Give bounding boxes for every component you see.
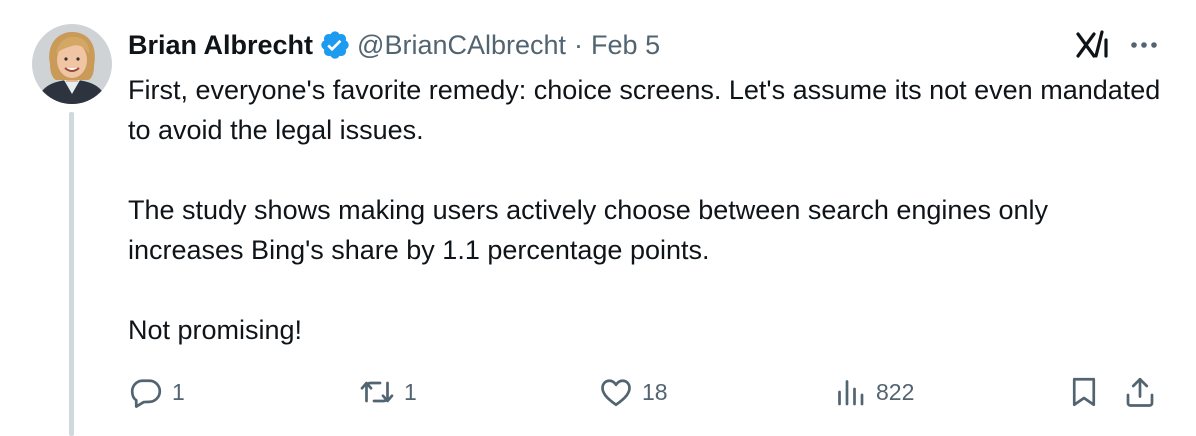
more-options-button[interactable]: [1124, 26, 1164, 64]
tweet-paragraph: The study shows making users actively ch…: [128, 195, 1048, 265]
tweet-paragraph: Not promising!: [128, 315, 303, 345]
tweet-date[interactable]: Feb 5: [591, 30, 660, 61]
heart-icon: [601, 379, 631, 407]
grok-icon: [1076, 30, 1108, 58]
views-button[interactable]: 822: [832, 372, 914, 412]
views-chart-icon: [838, 380, 864, 406]
bookmark-button[interactable]: [1066, 372, 1102, 412]
thread-line: [69, 112, 74, 436]
bookmark-icon: [1072, 377, 1096, 407]
tweet-text: First, everyone's favorite remedy: choic…: [128, 70, 1168, 350]
reply-count: 1: [172, 378, 185, 405]
grok-button[interactable]: [1072, 26, 1112, 64]
repost-count: 1: [404, 378, 417, 405]
separator: ·: [574, 29, 584, 60]
author-name[interactable]: Brian Albrecht: [128, 30, 313, 61]
tweet-paragraph: First, everyone's favorite remedy: choic…: [128, 75, 1161, 145]
repost-button[interactable]: 1: [358, 372, 417, 412]
reply-icon: [130, 379, 162, 408]
author-handle[interactable]: @BrianCAlbrecht: [357, 30, 566, 61]
tweet: Brian Albrecht @BrianCAlbrecht · Feb 5 F…: [0, 0, 1196, 436]
like-count: 18: [642, 378, 668, 405]
verified-badge-icon: [319, 29, 351, 61]
share-icon: [1126, 377, 1154, 407]
avatar[interactable]: [32, 24, 112, 104]
tweet-header: Brian Albrecht @BrianCAlbrecht · Feb 5: [128, 26, 660, 64]
more-icon: [1131, 42, 1157, 48]
reply-button[interactable]: 1: [128, 372, 185, 412]
like-button[interactable]: 18: [598, 372, 668, 412]
share-button[interactable]: [1122, 372, 1158, 412]
repost-icon: [360, 381, 394, 403]
avatar-image: [32, 24, 112, 104]
views-count: 822: [876, 378, 915, 405]
